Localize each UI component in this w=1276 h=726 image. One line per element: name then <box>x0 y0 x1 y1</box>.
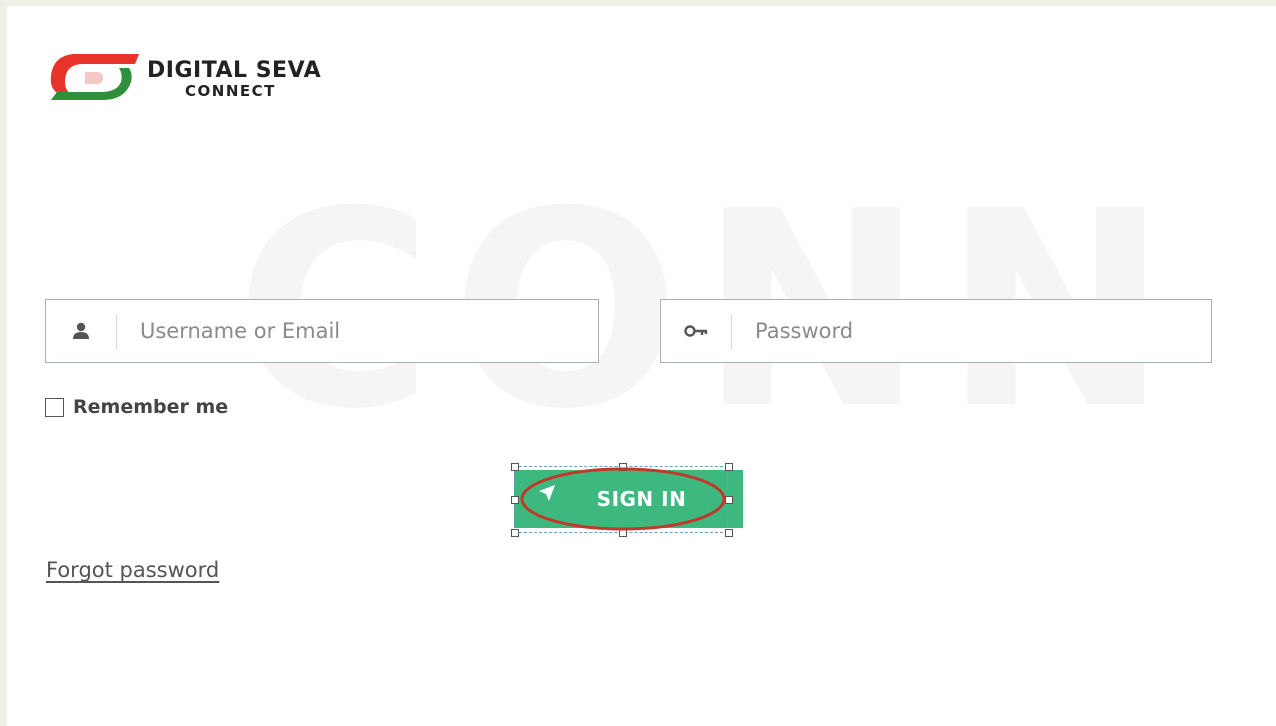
login-page: CONN DIGITAL SEVA CONNECT <box>7 6 1276 726</box>
password-field[interactable] <box>660 299 1225 363</box>
username-input[interactable] <box>128 300 612 362</box>
password-input[interactable] <box>743 300 1225 362</box>
remember-me[interactable]: Remember me <box>45 396 228 418</box>
signin-button[interactable]: SIGN IN <box>514 470 743 528</box>
remember-me-checkbox[interactable] <box>45 397 64 417</box>
field-separator <box>116 314 117 350</box>
field-separator <box>731 314 732 350</box>
brand-subtitle: CONNECT <box>185 82 276 100</box>
brand-title: DIGITAL SEVA <box>147 58 322 83</box>
brand-logo[interactable]: DIGITAL SEVA CONNECT <box>43 46 373 108</box>
signin-area: SIGN IN <box>514 466 743 534</box>
digital-seva-logo-icon <box>50 54 139 100</box>
signin-label: SIGN IN <box>596 487 687 511</box>
key-icon <box>661 300 731 362</box>
username-field[interactable] <box>45 299 612 363</box>
forgot-password-link[interactable]: Forgot password <box>46 558 219 582</box>
location-arrow-icon <box>539 485 555 501</box>
user-icon <box>46 300 116 362</box>
remember-me-label: Remember me <box>73 396 229 418</box>
